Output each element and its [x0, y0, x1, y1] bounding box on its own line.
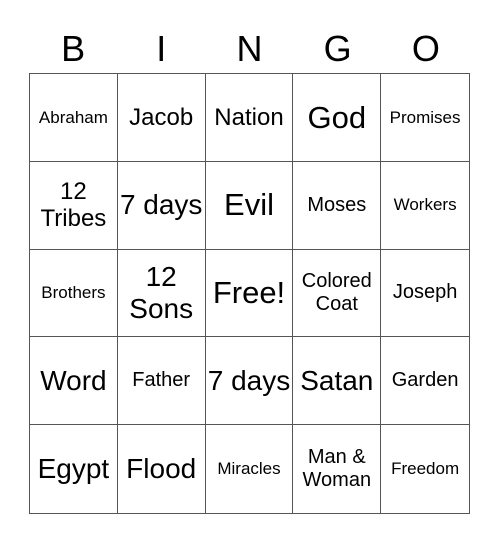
- bingo-cell[interactable]: Word: [30, 337, 118, 426]
- bingo-cell[interactable]: Father: [117, 337, 206, 426]
- bingo-cell[interactable]: Brothers: [30, 249, 118, 338]
- bingo-cell[interactable]: 7 days: [205, 337, 294, 426]
- bingo-cell[interactable]: Colored Coat: [293, 249, 382, 338]
- bingo-cell[interactable]: Satan: [293, 337, 382, 426]
- bingo-cell[interactable]: Jacob: [117, 74, 206, 162]
- bingo-grid: Abraham Jacob Nation God Promises 12 Tribes 7 …: [29, 73, 470, 514]
- bingo-cell[interactable]: Garden: [381, 337, 469, 426]
- bingo-cell[interactable]: Man & Woman: [293, 425, 382, 513]
- bingo-cell[interactable]: Promises: [381, 74, 469, 162]
- bingo-cell[interactable]: 12 Tribes: [30, 161, 118, 250]
- bingo-cell[interactable]: Flood: [118, 425, 206, 513]
- bingo-cell[interactable]: Free!: [205, 249, 294, 338]
- bingo-cell[interactable]: Abraham: [30, 74, 118, 162]
- bingo-cell[interactable]: Egypt: [30, 425, 118, 513]
- bingo-cell[interactable]: Moses: [293, 161, 382, 250]
- bingo-cell[interactable]: Joseph: [381, 250, 469, 338]
- header-letter-n: N: [236, 28, 263, 69]
- header-letter-b: B: [61, 28, 86, 69]
- header-letter-i: I: [156, 28, 167, 69]
- bingo-cell[interactable]: Nation: [205, 74, 294, 162]
- header-letter-g: G: [323, 28, 352, 69]
- header-letter-o: O: [411, 28, 440, 69]
- bingo-cell[interactable]: 12 Sons: [117, 249, 206, 338]
- bingo-cell[interactable]: Workers: [381, 162, 469, 250]
- bingo-cell[interactable]: God: [293, 74, 382, 162]
- bingo-cell[interactable]: Freedom: [381, 425, 469, 513]
- bingo-cell[interactable]: Miracles: [206, 425, 294, 513]
- bingo-cell[interactable]: 7 days: [117, 161, 206, 250]
- bingo-cell[interactable]: Evil: [205, 161, 294, 250]
- bingo-header: B I N G O: [29, 26, 470, 72]
